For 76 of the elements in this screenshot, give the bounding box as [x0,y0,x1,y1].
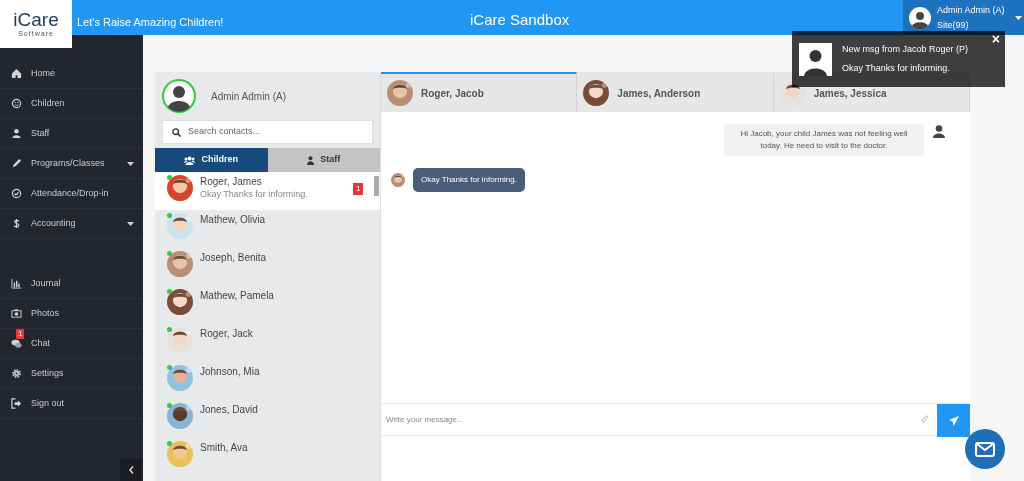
sent-message: Hi Jacob, your child James was not feeling well today. He need to visit to the doctor. [724,124,924,156]
chevron-left-icon [128,466,134,474]
sidebar-item[interactable]: Photos [0,299,143,329]
contact-name: Roger, Jack [200,327,253,340]
search-input[interactable]: Search contacts... [188,125,348,139]
user-site: Site(99) [937,18,970,32]
caret-icon [1014,15,1022,20]
smiley-icon [11,98,22,109]
chat-tab[interactable]: James, Anderson [577,72,774,112]
user-icon [11,128,22,139]
avatar-icon [932,124,946,138]
mail-icon [975,441,995,457]
chat-icon [11,338,22,349]
contact-item[interactable]: Roger, Jack [155,324,380,362]
tagline: Let's Raise Amazing Children! [77,15,224,31]
contact-item[interactable]: Roger, James Okay Thanks for informing. 1 [155,172,380,210]
contact-name: Mathew, Pamela [200,289,274,302]
sidebar-item[interactable]: Home [0,59,143,89]
contact-item[interactable]: Mathew, Olivia [155,210,380,248]
collapse-button[interactable] [120,459,142,481]
sidebar-item[interactable]: Accounting [0,209,143,239]
contact-name: Roger, James [200,175,263,188]
user-icon [307,155,315,165]
app-title: iCare Sandbox [470,10,570,30]
received-message: Okay Thanks for informing. [413,168,525,192]
user-name: Admin Admin (A) [211,89,287,104]
sign-out-icon [11,398,22,409]
close-button[interactable]: × [991,32,1000,46]
contacts-tab[interactable]: Staff [267,148,380,172]
send-button[interactable] [937,404,970,437]
unread-badge: 1 [353,183,364,195]
contact-item[interactable]: Joseph, Benita [155,248,380,286]
sidebar-item[interactable]: Programs/Classes [0,149,143,179]
avatar-icon [799,42,832,76]
contact-name: Joseph, Benita [200,251,267,264]
pencil-icon [11,158,22,169]
message-preview: Okay Thanks for informing. [200,188,308,200]
mail-button[interactable] [965,429,1005,469]
contact-name: Mathew, Olivia [200,213,266,226]
paperclip-icon [921,415,929,424]
contact-item[interactable]: Johnson, Mia [155,362,380,400]
contact-name: Jones, David [200,403,258,416]
sidebar-item[interactable]: Children [0,89,143,119]
sidebar-item[interactable]: Attendance/Drop-in [0,179,143,209]
scrollbar[interactable] [374,176,379,196]
sidebar-item[interactable]: Settings [0,359,143,389]
camera-icon [11,308,22,319]
contact-name: Smith, Ava [200,441,248,454]
avatar-icon [909,6,931,29]
contact-item[interactable]: Mathew, Pamela [155,286,380,324]
user-menu[interactable]: Admin Admin (A) Site(99) [903,0,1024,35]
send-icon [948,415,959,426]
notification-title: New msg from Jacob Roger (P) [842,42,969,56]
check-circle-icon [11,188,22,199]
sidebar-item[interactable]: Staff [0,119,143,149]
logo: iCare [13,10,59,30]
contact-name: Johnson, Mia [200,365,260,378]
bar-chart-icon [11,278,22,289]
user-name: Admin Admin (A) [937,3,1005,17]
sidebar-item[interactable]: Sign out [0,389,143,419]
notification-text: Okay Thanks for informing. [842,62,951,75]
contacts-tab[interactable]: Children [155,148,268,172]
home-icon [11,68,22,79]
contact-item[interactable]: Jones, David [155,400,380,438]
settings-icon [11,368,22,379]
users-icon [184,155,196,165]
message-field[interactable]: Write your message... [386,413,921,426]
unread-badge: 1 [16,329,25,339]
search-field[interactable]: Search contacts... [162,120,373,144]
dollar-icon [11,218,22,229]
sidebar-item[interactable]: Journal [0,269,143,299]
chat-tab[interactable]: Roger, Jacob [381,72,578,112]
avatar-icon [162,79,196,113]
contact-item[interactable]: Smith, Ava [155,438,380,476]
search-icon [172,127,181,137]
sidebar-item[interactable]: Chat 1 [0,329,143,359]
